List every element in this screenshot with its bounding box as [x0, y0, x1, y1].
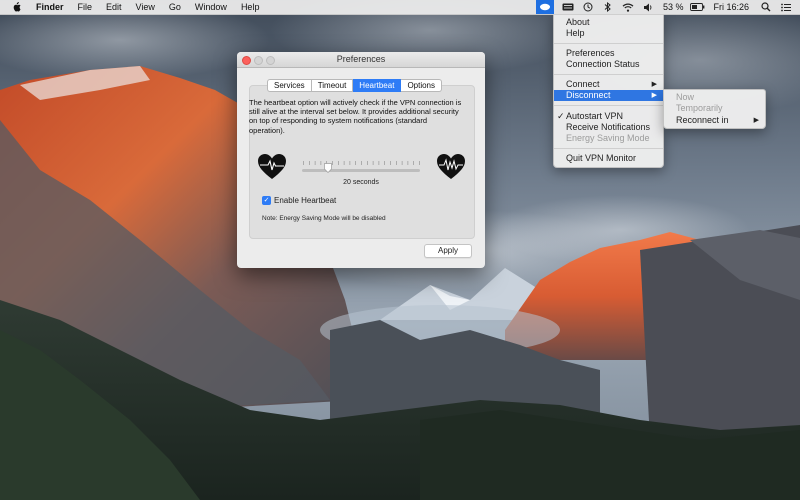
keyboard-icon[interactable] — [558, 0, 578, 14]
submenu-arrow-icon: ▶ — [651, 81, 657, 88]
bluetooth-icon[interactable] — [598, 0, 618, 14]
battery-icon[interactable] — [688, 0, 706, 14]
menu-separator — [554, 105, 663, 106]
menu-item-help[interactable]: Help — [554, 28, 663, 39]
menubar-window[interactable]: Window — [188, 0, 234, 14]
preferences-tabs: Services Timeout Heartbeat Options — [267, 79, 443, 92]
heartbeat-interval-slider-thumb[interactable] — [324, 163, 332, 173]
menubar-help[interactable]: Help — [234, 0, 267, 14]
menubar-go[interactable]: Go — [162, 0, 188, 14]
heartbeat-interval-slider-track[interactable] — [302, 169, 420, 172]
heart-slow-icon — [258, 154, 286, 179]
menubar-view[interactable]: View — [129, 0, 162, 14]
window-title: Preferences — [336, 54, 386, 64]
enable-heartbeat-label[interactable]: Enable Heartbeat — [274, 196, 336, 205]
vpn-monitor-menu: About Help Preferences Connection Status… — [553, 14, 664, 168]
heart-fast-icon — [437, 154, 465, 179]
checkmark-icon: ✓ — [557, 111, 565, 121]
submenu-arrow-icon: ▶ — [753, 117, 759, 124]
disconnect-submenu: Now Temporarily Reconnect in ▶ — [663, 89, 766, 129]
menu-item-preferences[interactable]: Preferences — [554, 48, 663, 59]
wifi-icon[interactable] — [618, 0, 638, 14]
menu-item-disconnect[interactable]: Disconnect ▶ — [554, 90, 663, 101]
menu-separator — [554, 74, 663, 75]
submenu-arrow-icon: ▶ — [651, 92, 657, 99]
slider-ticks — [303, 161, 420, 165]
menu-item-autostart-vpn[interactable]: ✓ Autostart VPN — [554, 111, 663, 122]
window-titlebar[interactable]: Preferences — [237, 52, 485, 68]
menubar-clock[interactable]: Fri 16:26 — [706, 0, 756, 14]
menubar-app-name[interactable]: Finder — [29, 0, 71, 14]
menu-item-energy-saving-mode: Energy Saving Mode — [566, 133, 650, 143]
apply-button[interactable]: Apply — [424, 244, 472, 258]
menu-item-quit[interactable]: Quit VPN Monitor — [554, 153, 663, 164]
search-icon[interactable] — [756, 0, 776, 14]
tab-services[interactable]: Services — [267, 79, 312, 92]
menu-separator — [554, 148, 663, 149]
vpn-monitor-icon[interactable] — [535, 0, 554, 14]
volume-icon[interactable] — [638, 0, 658, 14]
menubar-edit[interactable]: Edit — [99, 0, 129, 14]
tab-heartbeat[interactable]: Heartbeat — [353, 79, 402, 92]
menubar-file[interactable]: File — [71, 0, 100, 14]
menu-item-connect[interactable]: Connect ▶ — [554, 79, 663, 90]
notification-center-icon[interactable] — [776, 0, 796, 14]
enable-heartbeat-checkbox[interactable]: ✓ — [262, 196, 271, 205]
menu-separator — [554, 43, 663, 44]
tab-timeout[interactable]: Timeout — [311, 79, 354, 92]
apple-menu-icon[interactable] — [0, 0, 29, 14]
preferences-window: Preferences Services Timeout Heartbeat O… — [237, 52, 485, 268]
heartbeat-description: The heartbeat option will actively check… — [249, 98, 462, 135]
heartbeat-interval-value: 20 seconds — [343, 179, 379, 186]
tab-options[interactable]: Options — [401, 79, 443, 92]
menu-item-connection-status[interactable]: Connection Status — [554, 59, 663, 70]
energy-saving-note: Note: Energy Saving Mode will be disable… — [262, 215, 386, 222]
battery-percentage[interactable]: 53 % — [658, 0, 689, 14]
menu-item-receive-notifications[interactable]: Receive Notifications — [554, 122, 663, 133]
menu-item-about[interactable]: About — [554, 17, 663, 28]
submenu-item-now: Now — [676, 92, 695, 102]
time-machine-icon[interactable] — [578, 0, 598, 14]
submenu-item-reconnect-in[interactable]: Reconnect in ▶ — [664, 115, 765, 126]
submenu-item-temporarily: Temporarily — [676, 103, 723, 113]
menubar: Finder File Edit View Go Window Help 53 … — [0, 0, 800, 15]
